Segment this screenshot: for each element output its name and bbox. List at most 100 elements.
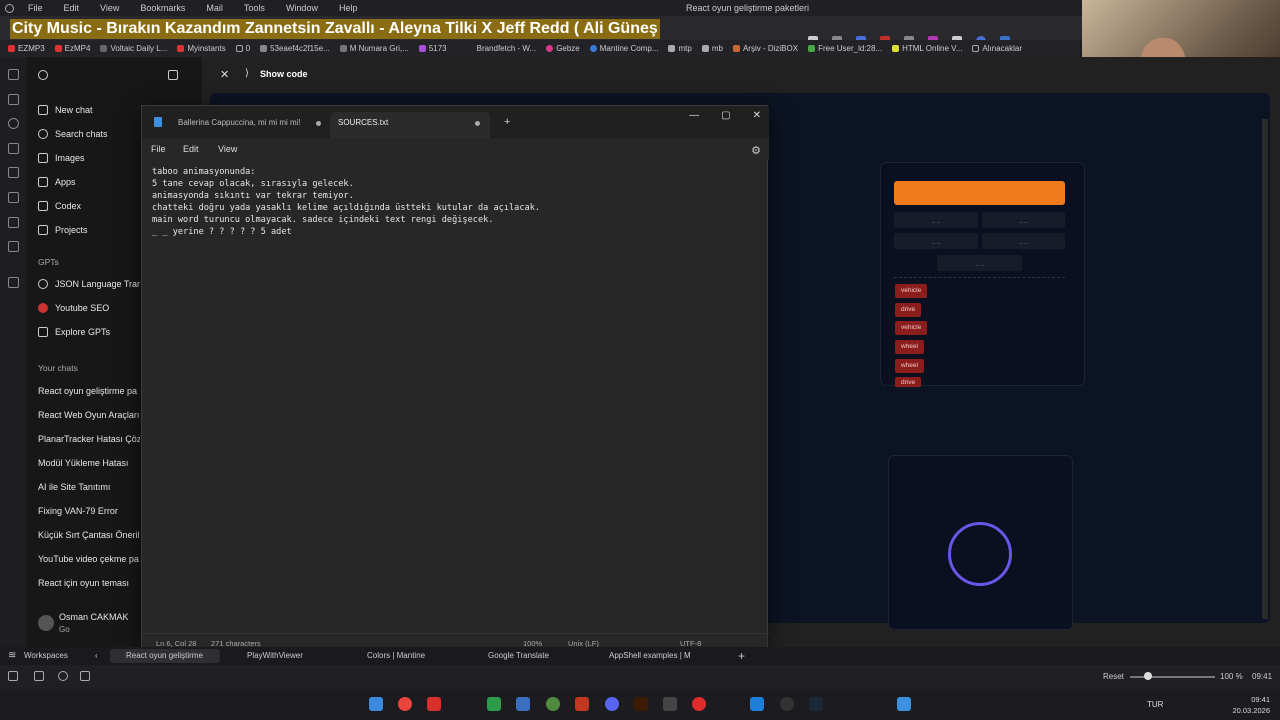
- bookmark[interactable]: 5173: [418, 44, 447, 53]
- tiling-icon[interactable]: [34, 671, 44, 681]
- tab-sources[interactable]: SOURCES.txt: [330, 112, 490, 138]
- new-tab-icon[interactable]: +: [738, 649, 745, 663]
- chat-item[interactable]: YouTube video çekme pa: [38, 554, 140, 564]
- reader-icon[interactable]: [8, 217, 19, 228]
- chat-item[interactable]: React Web Oyun Araçları: [38, 410, 140, 420]
- mail-icon[interactable]: [8, 167, 19, 178]
- obs-icon[interactable]: [780, 697, 794, 711]
- bookmark[interactable]: Arşiv - DiziBOX: [732, 44, 798, 53]
- bookmark-folder[interactable]: Alınacaklar: [972, 44, 1022, 53]
- bookmark[interactable]: mb: [701, 44, 723, 53]
- bookmark[interactable]: 53eaef4c2f15e...: [260, 44, 330, 53]
- show-code-button[interactable]: Show code: [260, 69, 308, 79]
- menu-view[interactable]: View: [100, 3, 119, 13]
- illustrator-icon[interactable]: [634, 697, 648, 711]
- gear-icon[interactable]: ⚙: [751, 144, 761, 157]
- bookmark[interactable]: EzMP4: [54, 44, 90, 53]
- download-icon[interactable]: [8, 94, 19, 105]
- menu-tools[interactable]: Tools: [244, 3, 265, 13]
- start-icon[interactable]: [369, 697, 383, 711]
- feeds-icon[interactable]: [8, 241, 19, 252]
- close-icon[interactable]: ✕: [220, 68, 229, 81]
- panel-toggle-icon[interactable]: [8, 671, 18, 681]
- discord-icon[interactable]: [605, 697, 619, 711]
- bookmark[interactable]: mtp: [668, 44, 692, 53]
- system-clock[interactable]: 09:41 20.03.2026: [1232, 694, 1270, 716]
- bookmark[interactable]: EZMP3: [8, 44, 45, 53]
- np-menu-view[interactable]: View: [218, 144, 237, 154]
- browser-tab[interactable]: Colors | Mantine: [367, 649, 457, 663]
- chat-item[interactable]: PlanarTracker Hatası Çözi: [38, 434, 140, 444]
- tab-nav-icon[interactable]: ‹: [95, 649, 98, 663]
- tab-ballerina[interactable]: Ballerina Cappuccina, mi mi mi mi!: [142, 112, 327, 138]
- reset-zoom-button[interactable]: Reset: [1103, 672, 1124, 681]
- sidebar-toggle-icon[interactable]: [168, 70, 178, 80]
- bookmark-folder[interactable]: 0: [235, 44, 250, 53]
- zoom-slider-handle[interactable]: [1144, 672, 1152, 680]
- bookmark[interactable]: Mantine Comp...: [589, 44, 658, 53]
- close-icon[interactable]: ✕: [753, 110, 761, 121]
- bookmark[interactable]: Gebze: [546, 44, 580, 53]
- bookmark-icon: [54, 45, 62, 52]
- postgres-icon[interactable]: [516, 697, 530, 711]
- hs-icon[interactable]: [546, 697, 560, 711]
- chat-item[interactable]: Küçük Sırt Çantası Öneril: [38, 530, 140, 540]
- vivaldi-icon[interactable]: [427, 697, 441, 711]
- new-tab-button[interactable]: +: [504, 116, 510, 128]
- menu-bookmarks[interactable]: Bookmarks: [140, 3, 185, 13]
- filezilla-icon[interactable]: [575, 697, 589, 711]
- terminal-icon[interactable]: [487, 697, 501, 711]
- avatar[interactable]: [38, 615, 54, 631]
- gpt-item[interactable]: JSON Language Tran: [55, 279, 140, 289]
- chat-item[interactable]: Modül Yükleme Hatası: [38, 458, 140, 468]
- text-line: main word turuncu olmayacak. sadece için…: [152, 215, 494, 225]
- bookmark[interactable]: Free User_ld:28...: [808, 44, 882, 53]
- browser-statusbar: Reset 100 % 09:41: [0, 665, 1280, 689]
- cloud-icon[interactable]: [58, 671, 68, 681]
- menu-file[interactable]: File: [28, 3, 43, 13]
- bookmark[interactable]: M Numara Gri,...: [339, 44, 409, 53]
- steam-icon[interactable]: [809, 697, 823, 711]
- scrollbar[interactable]: [1262, 119, 1268, 619]
- chat-item[interactable]: AI ile Site Tanıtımı: [38, 482, 140, 492]
- notepad-window: Ballerina Cappuccina, mi mi mi mi! SOURC…: [141, 105, 769, 652]
- recorder-icon[interactable]: [692, 697, 706, 711]
- bookmark[interactable]: HTML Online V...: [892, 44, 962, 53]
- bookmark-panel-icon[interactable]: [8, 69, 19, 80]
- maximize-icon[interactable]: ▢: [721, 110, 730, 121]
- np-menu-file[interactable]: File: [151, 144, 166, 154]
- menu-mail[interactable]: Mail: [206, 3, 223, 13]
- bookmark[interactable]: Myinstants: [177, 44, 226, 53]
- image-icon[interactable]: [80, 671, 90, 681]
- text-editor[interactable]: taboo animasyonunda: 5 tane cevap olacak,…: [152, 166, 752, 238]
- browser-tab[interactable]: Google Translate: [488, 649, 578, 663]
- calendar-icon[interactable]: [8, 192, 19, 203]
- chat-item[interactable]: React için oyun teması: [38, 578, 140, 588]
- menu-help[interactable]: Help: [339, 3, 358, 13]
- browser-logo-icon[interactable]: [5, 3, 14, 13]
- zoom-slider[interactable]: [1130, 676, 1215, 678]
- add-panel-icon[interactable]: [8, 277, 19, 288]
- notepad-taskbar-icon[interactable]: [897, 697, 911, 711]
- browser-tab[interactable]: AppShell examples | M: [609, 649, 699, 663]
- language-indicator[interactable]: TUR: [1147, 700, 1163, 709]
- vscode-icon[interactable]: [750, 697, 764, 711]
- minimize-icon[interactable]: —: [689, 110, 699, 121]
- browser-tab[interactable]: PlayWithViewer: [247, 649, 337, 663]
- np-menu-edit[interactable]: Edit: [183, 144, 199, 154]
- notes-icon[interactable]: [8, 143, 19, 154]
- browser-tab-active[interactable]: React oyun geliştirme: [110, 649, 220, 663]
- davinci-icon[interactable]: [663, 697, 677, 711]
- chatgpt-logo-icon[interactable]: [38, 70, 48, 80]
- workspaces-button[interactable]: Workspaces: [24, 649, 68, 663]
- answer-slot: _ _: [894, 233, 978, 249]
- bookmark[interactable]: Voltaic Daily L...: [100, 44, 167, 53]
- menu-window[interactable]: Window: [286, 3, 318, 13]
- chat-item-active[interactable]: React oyun geliştirme pa: [38, 386, 140, 396]
- menu-edit[interactable]: Edit: [64, 3, 80, 13]
- forbidden-tag: drive: [895, 303, 922, 317]
- chat-item[interactable]: Fixing VAN-79 Error: [38, 506, 140, 516]
- chrome-icon[interactable]: [398, 697, 412, 711]
- bookmark[interactable]: Brandfetch - W...: [477, 44, 537, 53]
- history-icon[interactable]: [8, 118, 19, 129]
